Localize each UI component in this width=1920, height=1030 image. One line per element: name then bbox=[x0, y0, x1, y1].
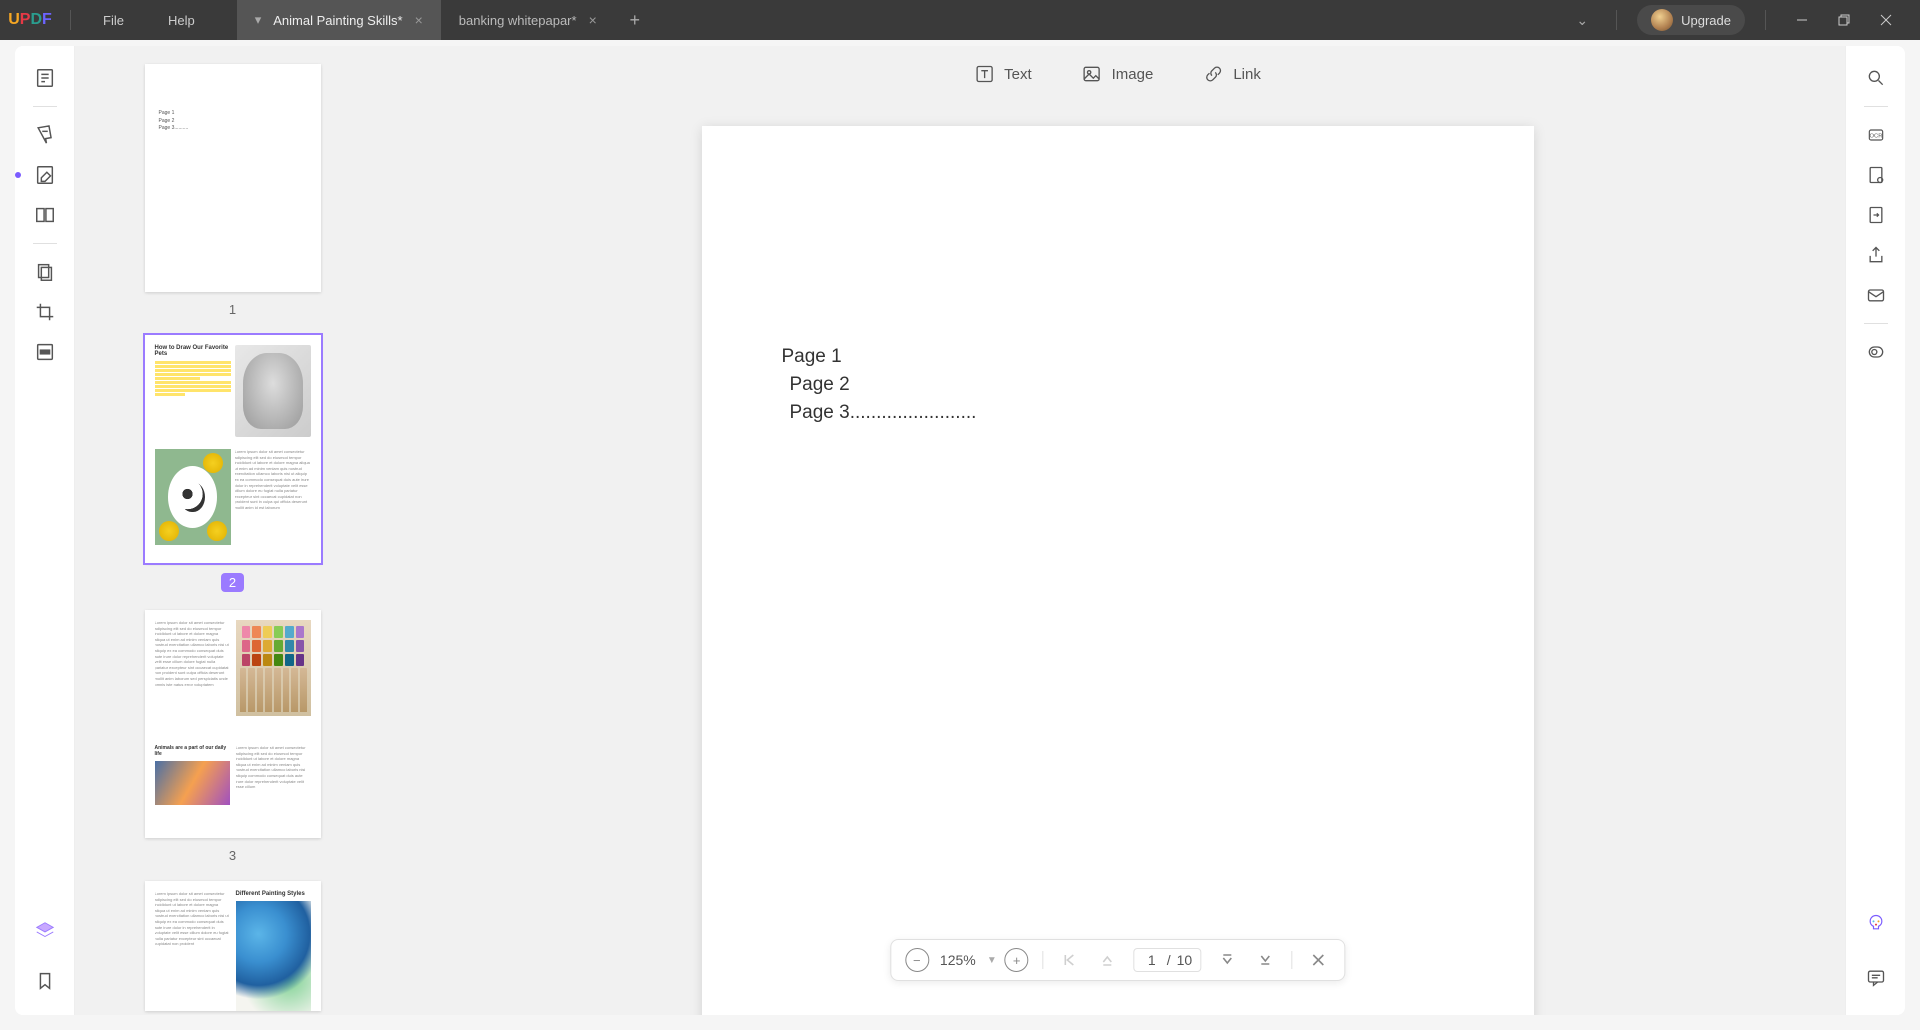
close-icon[interactable]: × bbox=[415, 12, 423, 28]
current-page[interactable]: 1 bbox=[1143, 952, 1161, 968]
zoom-value[interactable]: 125% bbox=[937, 952, 979, 968]
ai-button[interactable] bbox=[1858, 905, 1894, 941]
form-button[interactable] bbox=[1858, 334, 1894, 370]
thumb-page-number: 2 bbox=[221, 573, 244, 592]
thumb-page-number: 3 bbox=[229, 848, 236, 863]
thumbnail-1[interactable]: Page 1Page 2Page 3.......... 1 bbox=[75, 64, 390, 317]
reader-mode-button[interactable] bbox=[27, 60, 63, 96]
left-rail bbox=[15, 46, 75, 1015]
convert-button[interactable] bbox=[1858, 197, 1894, 233]
close-icon[interactable]: × bbox=[589, 12, 597, 28]
upgrade-button[interactable]: Upgrade bbox=[1637, 5, 1745, 35]
ocr-button[interactable]: OCR bbox=[1858, 117, 1894, 153]
tab-banking-whitepaper[interactable]: banking whitepapar* × bbox=[441, 0, 615, 40]
tab-animal-painting[interactable]: ▾ Animal Painting Skills* × bbox=[237, 0, 441, 40]
total-pages: 10 bbox=[1177, 952, 1193, 968]
text-icon bbox=[974, 64, 994, 84]
thumbnail-panel[interactable]: Page 1Page 2Page 3.......... 1 How to Dr… bbox=[75, 46, 390, 1015]
image-icon bbox=[1082, 64, 1102, 84]
thumb3-subtitle: Animals are a part of our daily life bbox=[155, 745, 230, 757]
upgrade-label: Upgrade bbox=[1681, 13, 1731, 28]
right-rail: OCR bbox=[1845, 46, 1905, 1015]
page-text-line[interactable]: Page 2 bbox=[782, 374, 1454, 396]
zoom-in-button[interactable]: + bbox=[1005, 948, 1029, 972]
page-text-line[interactable]: Page 3........................ bbox=[782, 402, 1454, 424]
zoom-out-button[interactable]: − bbox=[905, 948, 929, 972]
thumbnail-3[interactable]: Lorem ipsum dolor sit amet consectetur a… bbox=[75, 610, 390, 863]
link-tool-label: Link bbox=[1233, 66, 1261, 83]
link-icon bbox=[1203, 64, 1223, 84]
comment-button[interactable] bbox=[27, 117, 63, 153]
share-button[interactable] bbox=[1858, 237, 1894, 273]
link-tool-button[interactable]: Link bbox=[1203, 64, 1261, 84]
pin-icon: ▾ bbox=[255, 12, 262, 28]
edit-button[interactable] bbox=[27, 157, 63, 193]
organize-button[interactable] bbox=[27, 197, 63, 233]
tab-title: Animal Painting Skills* bbox=[273, 13, 402, 28]
page-display-button[interactable] bbox=[1858, 157, 1894, 193]
thumb2-title: How to Draw Our Favorite Pets bbox=[155, 345, 231, 357]
menu-file[interactable]: File bbox=[81, 13, 146, 28]
first-page-button[interactable] bbox=[1058, 948, 1082, 972]
maximize-button[interactable] bbox=[1828, 6, 1860, 34]
edit-toolbar: Text Image Link bbox=[954, 56, 1281, 92]
crop-button[interactable] bbox=[27, 294, 63, 330]
last-page-button[interactable] bbox=[1253, 948, 1277, 972]
chevron-down-icon[interactable]: ⌄ bbox=[1568, 12, 1596, 29]
tab-title: banking whitepapar* bbox=[459, 13, 577, 28]
canvas-area[interactable]: Text Image Link Page 1 Page 2 Page 3....… bbox=[390, 46, 1845, 1015]
thumbnail-4[interactable]: Lorem ipsum dolor sit amet consectetur a… bbox=[75, 881, 390, 1011]
search-button[interactable] bbox=[1858, 60, 1894, 96]
close-toolbar-button[interactable] bbox=[1306, 948, 1330, 972]
app-logo[interactable]: UPDF bbox=[0, 11, 60, 29]
page-input[interactable]: 1 / 10 bbox=[1134, 948, 1201, 972]
chat-button[interactable] bbox=[1858, 959, 1894, 995]
page-separator: / bbox=[1167, 952, 1171, 968]
document-page[interactable]: Page 1 Page 2 Page 3....................… bbox=[702, 126, 1534, 1015]
prev-page-button[interactable] bbox=[1096, 948, 1120, 972]
minimize-button[interactable] bbox=[1786, 6, 1818, 34]
layers-button[interactable] bbox=[27, 913, 63, 949]
thumb4-title: Different Painting Styles bbox=[236, 891, 311, 897]
thumbnail-2[interactable]: How to Draw Our Favorite Pets Lorem ipsu… bbox=[75, 335, 390, 592]
page-text-line[interactable]: Page 1 bbox=[782, 346, 1454, 368]
bookmark-button[interactable] bbox=[27, 963, 63, 999]
next-page-button[interactable] bbox=[1215, 948, 1239, 972]
thumb-page-number: 1 bbox=[229, 302, 236, 317]
email-button[interactable] bbox=[1858, 277, 1894, 313]
page-tools-button[interactable] bbox=[27, 254, 63, 290]
titlebar: UPDF File Help ▾ Animal Painting Skills*… bbox=[0, 0, 1920, 40]
avatar-icon bbox=[1651, 9, 1673, 31]
new-tab-button[interactable]: + bbox=[615, 0, 655, 40]
bottom-toolbar: − 125% ▼ + 1 / 10 bbox=[890, 939, 1345, 981]
menu-help[interactable]: Help bbox=[146, 13, 217, 28]
tab-strip: ▾ Animal Painting Skills* × banking whit… bbox=[237, 0, 655, 40]
text-tool-label: Text bbox=[1004, 66, 1032, 83]
redact-button[interactable] bbox=[27, 334, 63, 370]
image-tool-label: Image bbox=[1112, 66, 1154, 83]
text-tool-button[interactable]: Text bbox=[974, 64, 1032, 84]
image-tool-button[interactable]: Image bbox=[1082, 64, 1154, 84]
zoom-dropdown-icon[interactable]: ▼ bbox=[987, 955, 997, 966]
close-button[interactable] bbox=[1870, 6, 1902, 34]
svg-text:OCR: OCR bbox=[1869, 134, 1882, 140]
